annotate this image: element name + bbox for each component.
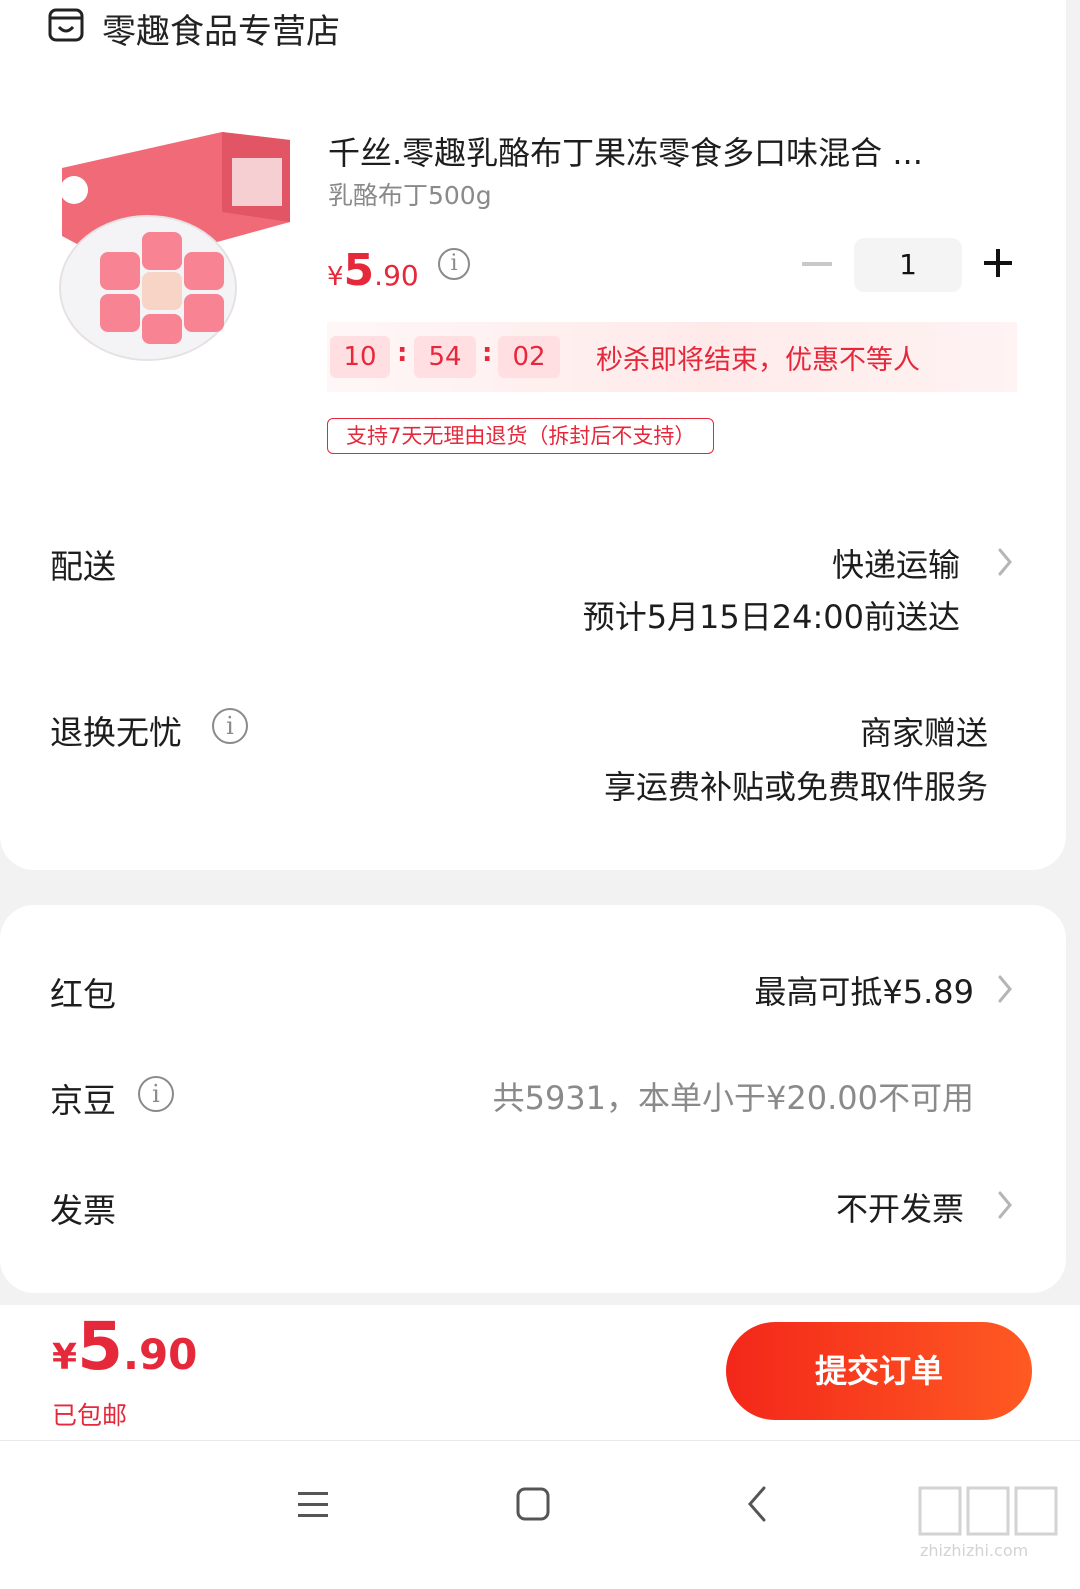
product-image[interactable]	[52, 128, 292, 364]
delivery-method[interactable]: 快递运输	[832, 540, 960, 586]
countdown-seconds: 02	[498, 336, 560, 378]
worry-free-service: 享运费补贴或免费取件服务	[603, 768, 988, 806]
return-policy-tag: 支持7天无理由退货（拆封后不支持）	[327, 418, 715, 454]
jd-beans-info-icon[interactable]: i	[138, 1076, 174, 1112]
invoice-chevron-right-icon[interactable]	[992, 1185, 1018, 1225]
store-icon	[48, 8, 84, 42]
jd-beans-value: 共5931，本单小于¥20.00不可用	[492, 1079, 974, 1117]
countdown-hours: 10	[330, 336, 390, 378]
back-icon[interactable]	[742, 1484, 772, 1524]
price-integer: 5	[343, 245, 375, 296]
menu-icon[interactable]	[296, 1488, 330, 1522]
product-spec: 乳酪布丁500g	[328, 181, 492, 210]
total-currency: ¥	[52, 1337, 78, 1378]
watermark: zhizhizhi.com	[918, 1484, 1060, 1560]
total-integer: 5	[77, 1308, 123, 1385]
red-packet-label: 红包	[50, 975, 116, 1014]
invoice-value[interactable]: 不开发票	[836, 1184, 964, 1230]
delivery-label: 配送	[50, 547, 116, 586]
worry-free-gift: 商家赠送	[859, 714, 988, 752]
decrease-quantity-button[interactable]	[802, 262, 832, 266]
store-name[interactable]: 零趣食品专营店	[102, 4, 340, 53]
price-decimal: .90	[374, 259, 419, 292]
home-icon[interactable]	[515, 1486, 551, 1522]
unit-price: ¥5.90	[327, 245, 419, 296]
delivery-chevron-right-icon[interactable]	[992, 542, 1018, 582]
delivery-eta: 预计5月15日24:00前送达	[582, 598, 960, 636]
price-info-icon[interactable]: i	[438, 248, 470, 280]
quantity-value[interactable]: 1	[854, 238, 962, 292]
flash-sale-message: 秒杀即将结束，优惠不等人	[596, 345, 920, 376]
invoice-label: 发票	[50, 1191, 116, 1230]
worry-free-return-label: 退换无忧	[50, 713, 182, 752]
order-total: ¥5.90	[52, 1308, 197, 1385]
product-title[interactable]: 千丝.零趣乳酪布丁果冻零食多口味混合 ...	[328, 128, 988, 174]
red-packet-value[interactable]: 最高可抵¥5.89	[754, 967, 974, 1013]
countdown-separator: :	[397, 338, 408, 368]
worry-free-info-icon[interactable]: i	[212, 708, 248, 744]
countdown-minutes: 54	[414, 336, 476, 378]
shipping-note: 已包邮	[52, 1401, 128, 1430]
countdown-separator: :	[482, 338, 493, 368]
svg-text:zhizhizhi.com: zhizhizhi.com	[920, 1541, 1028, 1560]
total-decimal: .90	[123, 1330, 198, 1379]
jd-beans-label: 京豆	[50, 1081, 116, 1120]
increase-quantity-button[interactable]	[982, 246, 1014, 280]
submit-order-button[interactable]: 提交订单	[726, 1322, 1032, 1420]
price-currency: ¥	[327, 262, 344, 292]
red-packet-chevron-right-icon[interactable]	[992, 969, 1018, 1009]
